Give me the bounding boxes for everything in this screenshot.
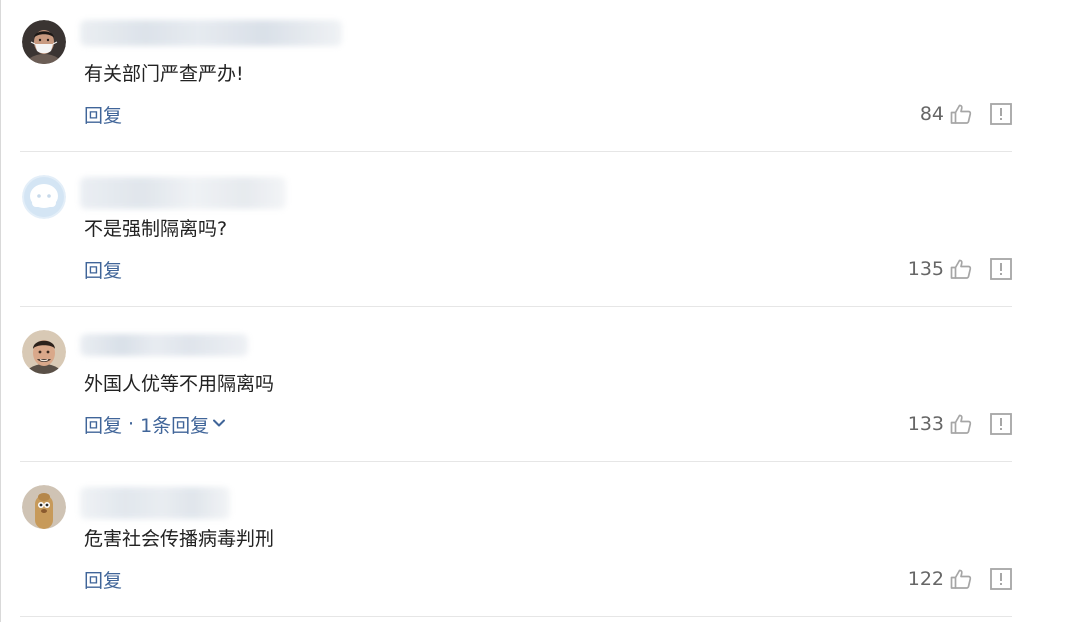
comment-divider [20, 616, 1012, 617]
comment-item: 不是强制隔离吗? 回复 135 [0, 155, 1074, 310]
reply-button[interactable]: 回复 [84, 411, 122, 438]
like-count: 133 [907, 413, 944, 435]
user-avatar[interactable] [22, 175, 66, 219]
report-icon[interactable] [990, 413, 1012, 435]
chevron-down-icon [212, 413, 226, 435]
comment-actions: 回复 [84, 256, 122, 282]
comment-actions: 回复 [84, 101, 122, 127]
report-icon[interactable] [990, 568, 1012, 590]
comment-item: 外国人优等不用隔离吗 回复 · 1条回复 133 [0, 310, 1074, 465]
comment-divider [20, 461, 1012, 462]
comment-text: 有关部门严查严办! [84, 63, 244, 85]
report-icon[interactable] [990, 258, 1012, 280]
comment-tools: 122 [908, 565, 1012, 593]
like-count: 135 [907, 258, 944, 280]
thumbs-up-icon[interactable] [948, 411, 974, 437]
user-avatar[interactable] [22, 20, 66, 64]
thumbs-up-icon[interactable] [948, 101, 974, 127]
like-count: 122 [907, 568, 944, 590]
comment-tools: 133 [908, 410, 1012, 438]
user-avatar[interactable] [22, 485, 66, 529]
thumbs-up-icon[interactable] [948, 256, 974, 282]
comment-tools: 84 [920, 100, 1012, 128]
username-blurred[interactable] [80, 177, 286, 209]
comment-actions: 回复 [84, 566, 122, 592]
separator-dot: · [128, 413, 135, 435]
comment-item: 危害社会传播病毒判刑 回复 122 [0, 465, 1074, 620]
username-blurred[interactable] [80, 20, 342, 46]
comment-text: 外国人优等不用隔离吗 [84, 373, 275, 395]
view-replies-button[interactable]: 1条回复 [140, 411, 226, 438]
comment-divider [20, 151, 1012, 152]
reply-button[interactable]: 回复 [84, 101, 122, 128]
report-icon[interactable] [990, 103, 1012, 125]
comment-divider [20, 306, 1012, 307]
reply-button[interactable]: 回复 [84, 256, 122, 283]
replies-count-label: 1条回复 [140, 414, 210, 437]
comment-item: 有关部门严查严办! 回复 84 [0, 0, 1074, 155]
thumbs-up-icon[interactable] [948, 566, 974, 592]
user-avatar[interactable] [22, 330, 66, 374]
comment-text: 危害社会传播病毒判刑 [84, 528, 275, 550]
comment-text: 不是强制隔离吗? [84, 218, 228, 240]
reply-button[interactable]: 回复 [84, 566, 122, 593]
username-blurred[interactable] [80, 334, 248, 356]
username-blurred[interactable] [80, 487, 230, 519]
like-count: 84 [919, 103, 944, 125]
comment-tools: 135 [908, 255, 1012, 283]
comment-actions: 回复 · 1条回复 [84, 411, 226, 437]
